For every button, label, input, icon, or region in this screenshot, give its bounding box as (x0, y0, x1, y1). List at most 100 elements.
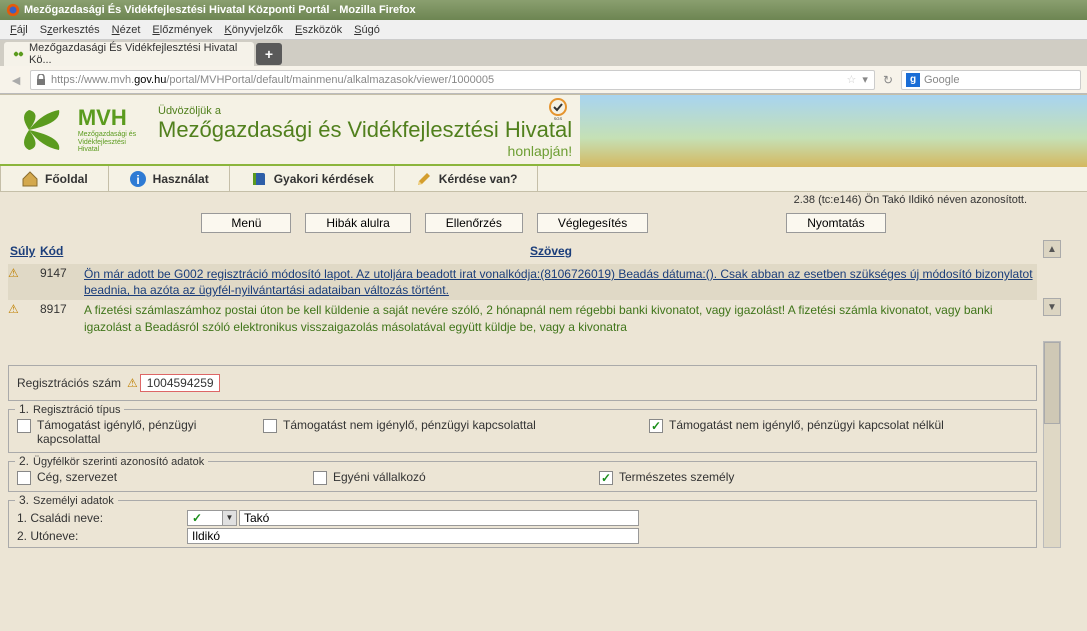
page-content: MVH Mezőgazdasági és Vidékfejlesztési Hi… (0, 94, 1087, 548)
svg-text:i: i (136, 173, 139, 187)
header-image (580, 95, 1087, 164)
window-title: Mezőgazdasági És Vidékfejlesztési Hivata… (24, 4, 416, 16)
site-navbar: Főoldal i Használat Gyakori kérdések Kér… (0, 166, 1087, 192)
url-text: https://www.mvh.gov.hu/portal/MVHPortal/… (51, 74, 843, 86)
reload-button[interactable]: ↻ (883, 73, 893, 87)
menu-sugo[interactable]: Súgó (354, 24, 380, 36)
message-row[interactable]: ⚠ 8917 A fizetési számlaszámhoz postai ú… (8, 300, 1037, 336)
message-row[interactable]: ⚠ 9147 Ön már adott be G002 regisztráció… (8, 264, 1037, 300)
bookmark-star-icon[interactable]: ☆ (847, 73, 857, 86)
print-button[interactable]: Nyomtatás (786, 213, 885, 233)
col-suly[interactable]: Súly (10, 244, 40, 258)
checkbox-label: Támogatást nem igénylő, pénzügyi kapcsol… (283, 418, 536, 432)
window-titlebar: Mezőgazdasági És Vidékfejlesztési Hivata… (0, 0, 1087, 20)
new-tab-button[interactable]: + (256, 43, 282, 65)
message-text: A fizetési számlaszámhoz postai úton be … (84, 302, 1037, 334)
browser-tab[interactable]: Mezőgazdasági És Vidékfejlesztési Hivata… (4, 42, 254, 66)
welcome-block: SGS Üdvözöljük a Mezőgazdasági és Vidékf… (150, 95, 580, 164)
menu-nezet[interactable]: Nézet (112, 24, 141, 36)
nav-faq[interactable]: Gyakori kérdések (230, 166, 395, 191)
family-name-input[interactable] (239, 510, 639, 526)
checkbox-client-company[interactable] (17, 471, 31, 485)
url-bar: ◄ https://www.mvh.gov.hu/portal/MVHPorta… (0, 66, 1087, 94)
menu-fajl[interactable]: Fájl (10, 24, 28, 36)
search-placeholder: Google (924, 74, 959, 86)
registration-number-box: Regisztrációs szám ⚠ 1004594259 (8, 365, 1037, 401)
first-name-input[interactable] (187, 528, 639, 544)
url-dropdown-icon[interactable]: ▾ (862, 73, 868, 86)
status-line: 2.38 (tc:e146) Ön Takó Ildikó néven azon… (0, 192, 1087, 208)
home-icon (21, 170, 39, 188)
finalize-button[interactable]: Véglegesítés (537, 213, 648, 233)
check-button[interactable]: Ellenőrzés (425, 213, 523, 233)
first-name-label: 2. Utóneve: (17, 529, 187, 543)
warning-icon: ⚠ (8, 266, 22, 280)
browser-menubar[interactable]: Fájl Szerkesztés Nézet Előzmények Könyvj… (0, 20, 1087, 40)
nav-question[interactable]: Kérdése van? (395, 166, 539, 191)
menu-szerkesztes[interactable]: Szerkesztés (40, 24, 100, 36)
warning-icon: ⚠ (127, 376, 138, 390)
message-text[interactable]: Ön már adott be G002 regisztráció módosí… (84, 266, 1037, 298)
message-code: 9147 (40, 266, 84, 280)
welcome-big: Mezőgazdasági és Vidékfejlesztési Hivata… (158, 117, 572, 143)
warning-icon: ⚠ (8, 302, 22, 316)
checkbox-client-natural-person[interactable] (599, 471, 613, 485)
menu-eszkozok[interactable]: Eszközök (295, 24, 342, 36)
checkbox-reg-type-1[interactable] (17, 419, 31, 433)
svg-text:SGS: SGS (554, 116, 563, 121)
welcome-sub: honlapján! (158, 143, 572, 159)
lock-icon (35, 74, 47, 86)
section-client-type: 2.Ügyfélkör szerinti azonosító adatok Cé… (8, 461, 1037, 492)
form-area: Regisztrációs szám ⚠ 1004594259 1.Regisz… (0, 341, 1087, 548)
logo[interactable]: MVH Mezőgazdasági és Vidékfejlesztési Hi… (0, 95, 150, 164)
logo-leaf-icon (14, 105, 74, 155)
chevron-down-icon: ▼ (222, 511, 236, 525)
form-scrollbar[interactable] (1043, 341, 1061, 548)
tab-favicon-icon (12, 47, 25, 61)
messages-header: Súly Kód Szöveg (8, 242, 1037, 264)
checkbox-client-entrepreneur[interactable] (313, 471, 327, 485)
sgs-badge-icon: SGS (546, 97, 570, 121)
menu-button[interactable]: Menü (201, 213, 291, 233)
search-box[interactable]: g Google (901, 70, 1081, 90)
welcome-small: Üdvözöljük a (158, 105, 572, 117)
logo-text-sub1: Mezőgazdasági és (78, 131, 136, 139)
errors-down-button[interactable]: Hibák alulra (305, 213, 410, 233)
checkbox-label: Cég, szervezet (37, 470, 117, 484)
tab-title: Mezőgazdasági És Vidékfejlesztési Hivata… (29, 42, 246, 66)
section-personal-data: 3.Személyi adatok 1. Családi neve: ▼ 2. … (8, 500, 1037, 548)
action-toolbar: Menü Hibák alulra Ellenőrzés Véglegesíté… (0, 208, 1087, 238)
site-header: MVH Mezőgazdasági és Vidékfejlesztési Hi… (0, 94, 1087, 166)
book-icon (250, 170, 268, 188)
checkbox-reg-type-2[interactable] (263, 419, 277, 433)
pencil-icon (415, 170, 433, 188)
nav-usage[interactable]: i Használat (109, 166, 230, 191)
scroll-down-button[interactable]: ▼ (1043, 298, 1061, 316)
tab-bar: Mezőgazdasági És Vidékfejlesztési Hivata… (0, 40, 1087, 66)
checkbox-label: Támogatást igénylő, pénzügyi kapcsolatta… (37, 418, 257, 446)
col-szoveg[interactable]: Szöveg (530, 244, 572, 258)
checkbox-label: Támogatást nem igénylő, pénzügyi kapcsol… (669, 418, 944, 432)
menu-elozmenyek[interactable]: Előzmények (152, 24, 212, 36)
section-registration-type: 1.Regisztráció típus Támogatást igénylő,… (8, 409, 1037, 453)
back-button[interactable]: ◄ (6, 70, 26, 90)
checkbox-label: Természetes személy (619, 470, 734, 484)
family-name-label: 1. Családi neve: (17, 511, 187, 525)
messages-panel: ▲ ▼ Súly Kód Szöveg ⚠ 9147 Ön már adott … (0, 238, 1087, 341)
title-dropdown[interactable]: ▼ (187, 510, 237, 526)
url-input[interactable]: https://www.mvh.gov.hu/portal/MVHPortal/… (30, 70, 875, 90)
nav-home[interactable]: Főoldal (0, 166, 109, 191)
menu-konyvjelzok[interactable]: Könyvjelzők (224, 24, 283, 36)
checkbox-label: Egyéni vállalkozó (333, 470, 426, 484)
reg-number-input[interactable]: 1004594259 (140, 374, 220, 392)
google-icon: g (906, 73, 920, 87)
logo-text-main: MVH (78, 105, 136, 131)
reg-number-label: Regisztrációs szám (17, 376, 121, 390)
firefox-icon (6, 3, 20, 17)
checkbox-reg-type-3[interactable] (649, 419, 663, 433)
logo-text-sub3: Hivatal (78, 146, 136, 154)
info-icon: i (129, 170, 147, 188)
logo-text-sub2: Vidékfejlesztési (78, 139, 136, 147)
col-kod[interactable]: Kód (40, 244, 84, 258)
scroll-up-button[interactable]: ▲ (1043, 240, 1061, 258)
